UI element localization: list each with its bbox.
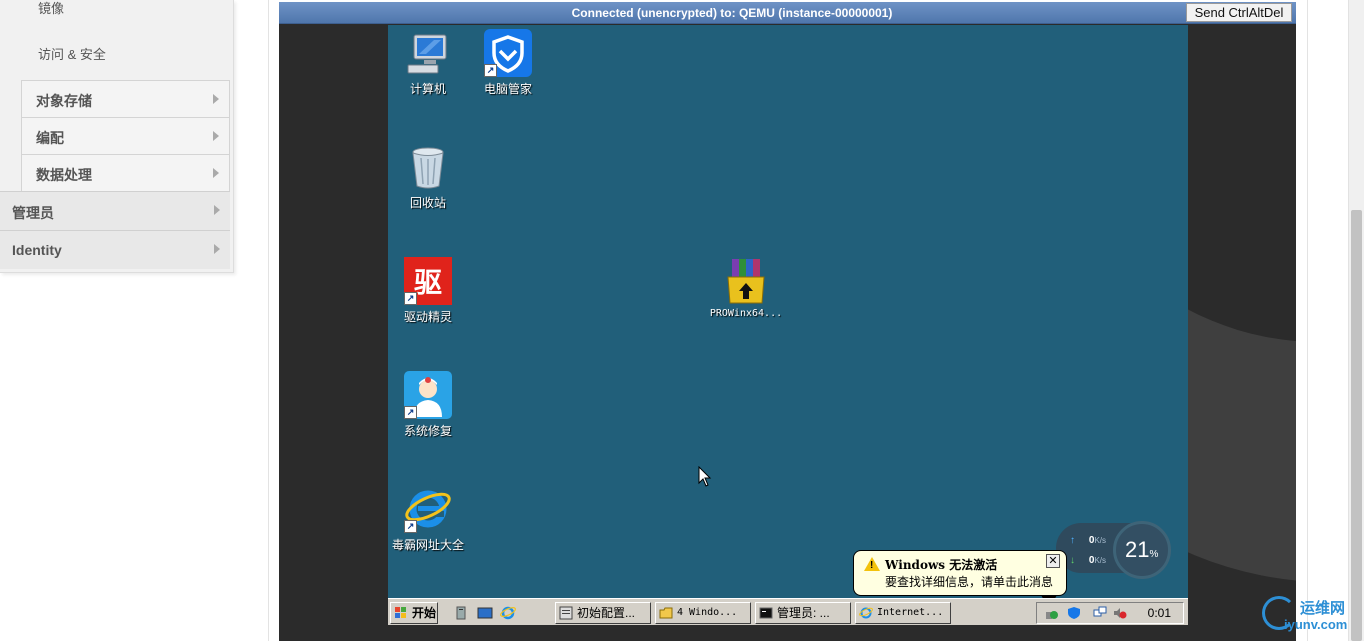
send-ctrl-alt-del-button[interactable]: Send CtrlAltDel	[1186, 3, 1292, 22]
shortcut-arrow-icon: ↗	[404, 406, 417, 419]
sidebar-panel-label: 数据处理	[36, 167, 92, 183]
caret-right-icon	[214, 205, 220, 215]
task-label: Internet...	[877, 607, 944, 618]
start-button[interactable]: 开始	[390, 602, 438, 624]
internet-explorer-icon	[859, 607, 873, 619]
desktop-icon-computer[interactable]: 计算机	[388, 29, 468, 97]
sidebar-panel-label: 对象存储	[36, 93, 92, 109]
internet-explorer-icon: ↗	[404, 485, 452, 533]
internet-explorer-icon[interactable]	[500, 605, 516, 621]
speed-unit: K/s	[1094, 556, 1107, 565]
caret-right-icon	[213, 131, 219, 141]
desktop-icon-system-repair[interactable]: ↗ 系统修复	[388, 371, 468, 439]
command-prompt-icon	[759, 607, 773, 619]
desktop-icon-label: 计算机	[409, 82, 446, 96]
download-speed: ↓ 0K/s	[1070, 555, 1106, 566]
doctor-icon: ↗	[404, 371, 452, 419]
recycle-bin-icon	[404, 143, 452, 191]
server-manager-icon[interactable]	[454, 606, 468, 620]
page: 镜像 访问 & 安全 对象存储 编配 数据处理 管理员 Identity Con…	[0, 0, 1364, 641]
balloon-title: Windows 无法激活	[885, 558, 998, 572]
sidebar-dashboard-identity[interactable]: Identity	[0, 230, 230, 269]
sidebar-panel-label: 编配	[36, 130, 64, 146]
config-window-icon	[559, 606, 573, 620]
network-icon[interactable]	[1093, 606, 1107, 620]
caret-right-icon	[214, 244, 220, 254]
shield-icon: ↗	[484, 29, 532, 77]
sidebar: 镜像 访问 & 安全 对象存储 编配 数据处理 管理员 Identity	[0, 0, 234, 273]
driver-genius-glyph: 驱	[414, 266, 442, 299]
download-arrow-icon: ↓	[1070, 555, 1075, 566]
speed-unit: K/s	[1094, 536, 1107, 545]
start-label: 开始	[412, 606, 437, 620]
taskbar-task-internet-explorer[interactable]: Internet...	[855, 602, 951, 624]
mouse-cursor-icon	[698, 466, 712, 487]
upload-arrow-icon: ↑	[1070, 535, 1075, 546]
folder-icon	[659, 607, 673, 619]
sidebar-dashboard-admin[interactable]: 管理员	[0, 191, 230, 230]
page-scrollbar[interactable]	[1348, 0, 1364, 641]
volume-muted-icon[interactable]	[1113, 606, 1127, 620]
gauge-number: 21	[1125, 537, 1150, 562]
balloon-close-button[interactable]: ✕	[1046, 554, 1060, 568]
gauge-unit: %	[1149, 549, 1159, 560]
sidebar-dashboard-label: Identity	[12, 242, 62, 258]
watermark: 运维网 iyunv.com	[1262, 593, 1364, 639]
taskbar-task-initial-config[interactable]: 初始配置...	[555, 602, 651, 624]
taskbar-task-command-prompt[interactable]: 管理员: ...	[755, 602, 851, 624]
gauge-value: 21%	[1125, 537, 1158, 563]
taskbar-clock: 0:01	[1147, 606, 1171, 620]
connection-status: Connected (unencrypted) to: QEMU (instan…	[571, 6, 893, 20]
shortcut-arrow-icon: ↗	[404, 520, 417, 533]
shield-icon[interactable]	[1067, 606, 1081, 620]
task-label: 初始配置...	[577, 606, 636, 620]
activation-balloon[interactable]: ! Windows 无法激活 要查找详细信息，请单击此消息 ✕	[853, 550, 1067, 609]
desktop-icon-label: 系统修复	[403, 424, 452, 438]
windows-desktop[interactable]: 计算机 ↗ 电脑管家 回收站 驱 ↗ 驱动精灵 ↗ 系统修复 ↗ 毒霸网址大全 …	[388, 25, 1188, 625]
taskbar-task-windows-explorer[interactable]: 4 Windo...	[655, 602, 751, 624]
sidebar-panel-orchestration[interactable]: 编配	[21, 117, 230, 154]
show-desktop-icon[interactable]	[477, 606, 493, 620]
desktop-icon-browser[interactable]: ↗ 毒霸网址大全	[388, 485, 468, 553]
vnc-console[interactable]: Connected (unencrypted) to: QEMU (instan…	[279, 2, 1296, 641]
windows-logo-icon	[395, 607, 406, 618]
shortcut-arrow-icon: ↗	[484, 64, 497, 77]
desktop-icon-label: PROWinx64...	[709, 308, 783, 319]
taskbar: 开始 初始配置... 4 Windo... 管理员: ... Internet.…	[388, 598, 1188, 625]
security-check-icon[interactable]	[1045, 606, 1059, 620]
task-label: 管理员: ...	[777, 606, 830, 620]
warning-icon: !	[864, 557, 880, 571]
memory-usage-gauge[interactable]: 21%	[1113, 521, 1171, 579]
winrar-archive-icon	[722, 257, 770, 305]
desktop-icon-label: 毒霸网址大全	[391, 538, 464, 552]
sidebar-link-access-security[interactable]: 访问 & 安全	[38, 44, 106, 63]
caret-right-icon	[213, 168, 219, 178]
driver-genius-icon: 驱 ↗	[404, 257, 452, 305]
balloon-message: 要查找详细信息，请单击此消息	[885, 575, 1054, 589]
desktop-icon-pc-manager[interactable]: ↗ 电脑管家	[468, 29, 548, 97]
desktop-icon-archive[interactable]: PROWinx64...	[706, 257, 786, 319]
caret-right-icon	[213, 94, 219, 104]
sidebar-panel-data-processing[interactable]: 数据处理	[21, 154, 230, 191]
computer-icon	[404, 29, 452, 77]
desktop-icon-driver-genius[interactable]: 驱 ↗ 驱动精灵	[388, 257, 468, 325]
task-label: 4 Windo...	[677, 607, 738, 618]
console-status-bar: Connected (unencrypted) to: QEMU (instan…	[279, 2, 1296, 24]
watermark-line1: 运维网	[1300, 600, 1346, 617]
sidebar-dashboard-label: 管理员	[12, 205, 54, 221]
desktop-icon-label: 驱动精灵	[403, 310, 452, 324]
desktop-icon-recycle-bin[interactable]: 回收站	[388, 143, 468, 211]
watermark-line2: iyunv.com	[1284, 617, 1348, 632]
upload-speed: ↑ 0K/s	[1070, 535, 1106, 546]
scrollbar-thumb[interactable]	[1351, 210, 1362, 641]
shortcut-arrow-icon: ↗	[404, 292, 417, 305]
desktop-icon-label: 回收站	[409, 196, 446, 210]
desktop-icon-label: 电脑管家	[483, 82, 532, 96]
sidebar-panel-object-store[interactable]: 对象存储	[21, 80, 230, 117]
system-tray: 0:01	[1036, 602, 1184, 624]
sidebar-link-images[interactable]: 镜像	[38, 0, 64, 17]
